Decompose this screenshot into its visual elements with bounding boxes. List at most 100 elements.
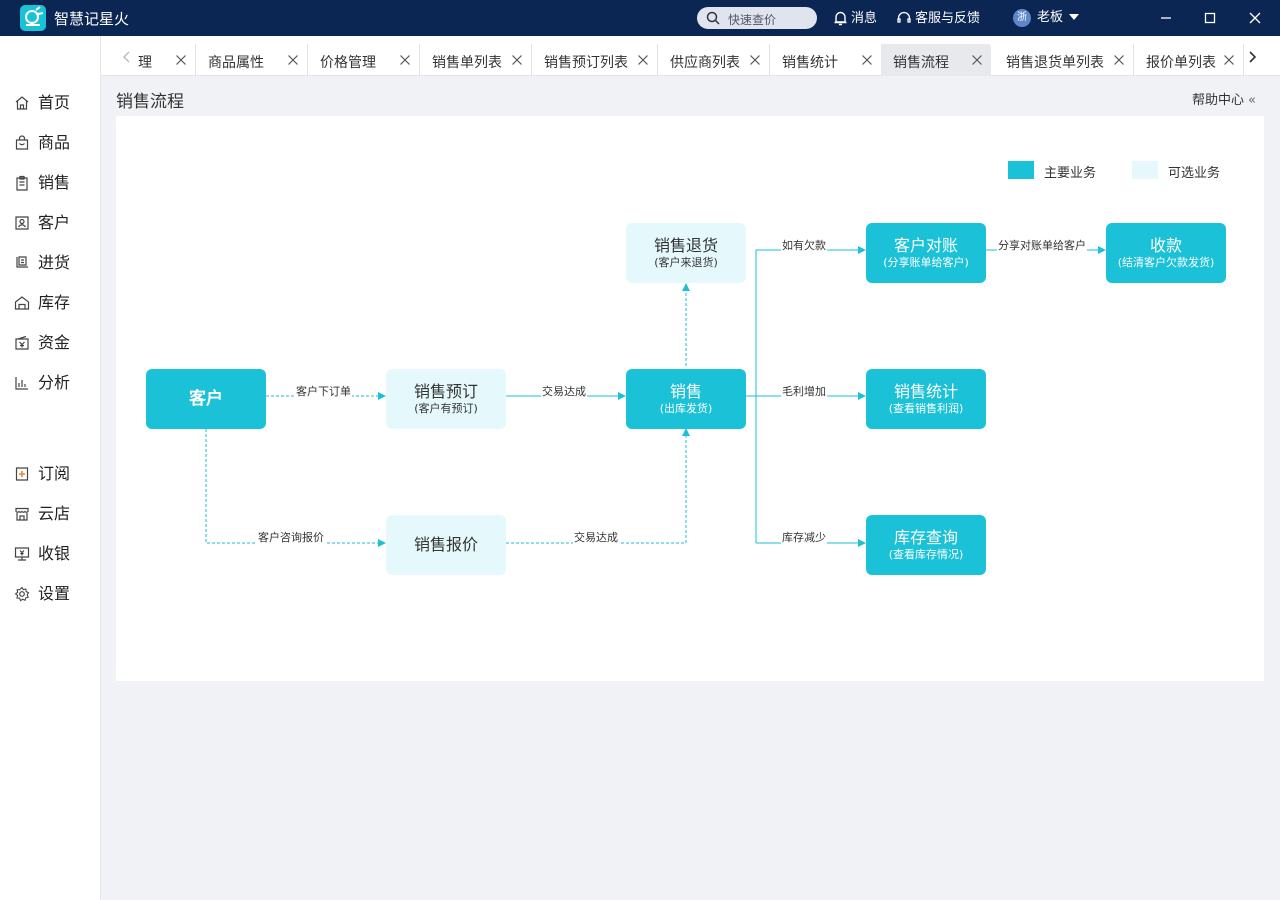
- node-subtitle: (分享账单给客户): [883, 256, 969, 269]
- sidebar: 首页 商品 销售 客户 进货 库存 资金 分析 订阅 云店 收银 设置: [0, 36, 101, 900]
- quick-price-search[interactable]: 快速查价: [697, 7, 817, 29]
- close-tab-icon[interactable]: [637, 54, 649, 66]
- edge-label-debt: 如有欠款: [781, 237, 827, 253]
- double-chevron-left-icon: «: [1248, 93, 1256, 108]
- flow-node-stock[interactable]: 库存查询 (查看库存情况): [866, 515, 986, 575]
- sales-flow-panel: 主要业务 可选业务 客户下订单 交易达成 客户咨询报价 交易达成 如有欠款 分享…: [116, 116, 1264, 681]
- help-center-link[interactable]: 帮助中心 «: [1192, 89, 1256, 108]
- edge-label-stock-down: 库存减少: [781, 529, 827, 545]
- product-bag-icon: [15, 135, 29, 150]
- node-title: 销售报价: [413, 535, 478, 554]
- home-icon: [15, 96, 29, 110]
- bell-icon: [834, 11, 847, 26]
- close-tab-icon[interactable]: [861, 54, 873, 66]
- sidebar-item-label: 收银: [38, 544, 71, 563]
- close-tab-icon[interactable]: [1223, 54, 1235, 66]
- close-tab-icon[interactable]: [1113, 54, 1125, 66]
- app-title: 智慧记星火: [54, 10, 130, 28]
- sidebar-item-label: 销售: [38, 173, 71, 192]
- close-tab-icon[interactable]: [749, 54, 761, 66]
- node-title: 销售预订: [413, 382, 478, 401]
- tab-label: 供应商列表: [670, 55, 740, 71]
- node-title: 客户: [189, 389, 223, 409]
- node-title: 销售: [669, 382, 702, 401]
- settings-gear-icon: [14, 586, 30, 602]
- tab-label: 价格管理: [320, 55, 376, 71]
- tab-bar: 理 商品属性 价格管理 销售单列表 销售预订列表 供应商列表 销售统计 销售流程…: [101, 36, 1280, 76]
- sidebar-item-label: 商品: [38, 133, 71, 152]
- tab-price-management[interactable]: 价格管理: [308, 44, 420, 76]
- node-subtitle: (查看库存情况): [888, 548, 964, 561]
- flow-node-stats[interactable]: 销售统计 (查看销售利润): [866, 369, 986, 429]
- sidebar-item-label: 分析: [38, 373, 71, 392]
- close-tab-icon[interactable]: [287, 54, 299, 66]
- edge-label-share: 分享对账单给客户: [997, 237, 1087, 253]
- close-tab-icon[interactable]: [971, 54, 983, 66]
- flow-node-quote[interactable]: 销售报价: [386, 515, 506, 575]
- tab-label: 销售统计: [782, 55, 838, 71]
- purchase-icon: [16, 256, 28, 268]
- messages-label: 消息: [851, 11, 878, 26]
- sidebar-item-label: 客户: [38, 213, 71, 232]
- avatar: 浙: [1013, 9, 1031, 27]
- node-subtitle: (出库发货): [659, 402, 713, 415]
- node-title: 收款: [1149, 236, 1182, 255]
- search-placeholder: 快速查价: [728, 13, 777, 27]
- headset-icon: [897, 11, 911, 23]
- tab-label: 报价单列表: [1146, 55, 1216, 71]
- tab-sales-presale-list[interactable]: 销售预订列表: [532, 44, 658, 76]
- close-tab-icon[interactable]: [511, 54, 523, 66]
- messages-button[interactable]: 消息: [833, 10, 877, 28]
- tab-sales-statistics[interactable]: 销售统计: [770, 44, 882, 76]
- customer-card-icon: [15, 216, 29, 230]
- page-title: 销售流程: [116, 92, 184, 112]
- node-title: 销售统计: [893, 382, 958, 401]
- user-menu[interactable]: 浙老板: [1013, 9, 1080, 27]
- flow-node-sale[interactable]: 销售 (出库发货): [626, 369, 746, 429]
- flow-node-collect[interactable]: 收款 (结清客户欠款发货): [1106, 223, 1226, 283]
- flow-node-reconcile[interactable]: 客户对账 (分享账单给客户): [866, 223, 986, 283]
- tab-label: 销售退货单列表: [1006, 55, 1104, 71]
- flow-node-presale[interactable]: 销售预订 (客户有预订): [386, 369, 506, 429]
- cashier-icon: [14, 547, 30, 561]
- node-subtitle: (查看销售利润): [888, 402, 964, 415]
- sales-clipboard-icon: [16, 175, 28, 191]
- tab-supplier-list[interactable]: 供应商列表: [658, 44, 770, 76]
- warehouse-icon: [14, 296, 30, 310]
- minimize-icon[interactable]: [1156, 8, 1176, 28]
- close-tab-icon[interactable]: [399, 54, 411, 66]
- tab-label: 销售预订列表: [544, 55, 628, 71]
- tab-quote-list[interactable]: 报价单列表: [1134, 44, 1244, 76]
- app-logo-icon: [20, 5, 46, 31]
- search-icon: [706, 11, 720, 25]
- flow-node-customer[interactable]: 客户: [146, 369, 266, 429]
- edge-label-inquiry: 客户咨询报价: [257, 529, 325, 545]
- tab-label: 销售流程: [893, 55, 949, 71]
- maximize-icon[interactable]: [1200, 8, 1220, 28]
- edge-label-deal: 交易达成: [541, 383, 587, 399]
- sidebar-item-label: 云店: [38, 504, 71, 523]
- node-subtitle: (客户有预订): [414, 402, 478, 415]
- tab-product-attributes[interactable]: 商品属性: [196, 44, 308, 76]
- sidebar-item-label: 设置: [38, 584, 71, 603]
- sidebar-item-label: 资金: [38, 333, 71, 352]
- flow-node-return[interactable]: 销售退货 (客户来退货): [626, 223, 746, 283]
- tab-scroll-right-icon[interactable]: [1247, 50, 1259, 64]
- close-icon[interactable]: [1245, 8, 1265, 28]
- help-center-label: 帮助中心: [1192, 93, 1245, 108]
- node-title: 库存查询: [893, 528, 958, 547]
- sidebar-item-label: 库存: [38, 293, 71, 312]
- user-name: 老板: [1037, 10, 1064, 25]
- tab-management[interactable]: 理: [126, 44, 196, 76]
- funds-icon: [15, 335, 29, 350]
- sidebar-item-label: 首页: [38, 93, 71, 112]
- tab-sales-flow[interactable]: 销售流程: [881, 44, 991, 76]
- tab-sales-return-list[interactable]: 销售退货单列表: [994, 44, 1134, 76]
- close-tab-icon[interactable]: [175, 54, 187, 66]
- node-subtitle: (客户来退货): [654, 256, 718, 269]
- cloud-store-icon: [15, 507, 29, 521]
- tab-label: 理: [138, 55, 152, 71]
- customer-service-button[interactable]: 客服与反馈: [896, 10, 980, 28]
- node-subtitle: (结清客户欠款发货): [1117, 256, 1215, 269]
- tab-sales-order-list[interactable]: 销售单列表: [420, 44, 532, 76]
